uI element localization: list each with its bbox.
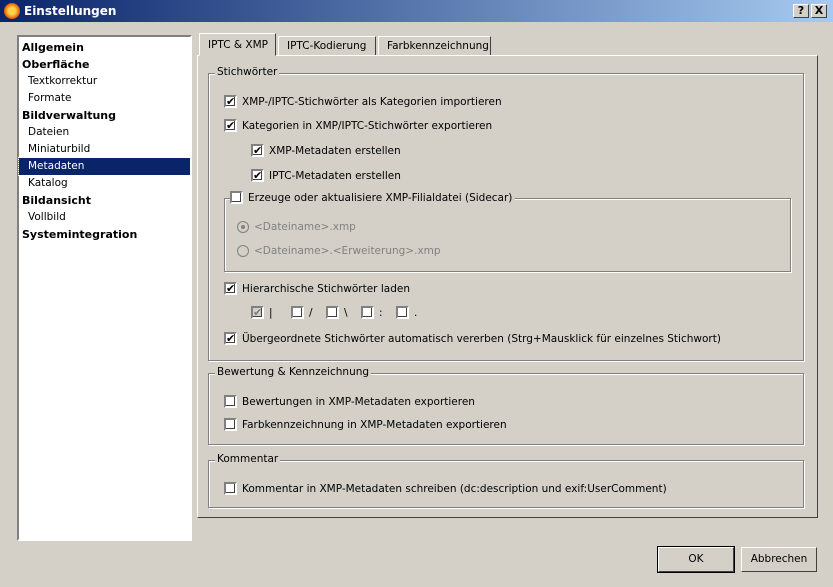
label: Bewertungen in XMP-Metadaten exportieren [242, 395, 475, 408]
label: Kommentar in XMP-Metadaten schreiben (dc… [242, 482, 667, 495]
label: | [269, 306, 273, 319]
separator-backslash-checkbox[interactable] [326, 306, 339, 319]
create-iptc-checkbox[interactable]: ✔ IPTC-Metadaten erstellen [251, 169, 401, 182]
checkbox[interactable] [224, 418, 237, 431]
group-title: Kommentar [215, 453, 281, 465]
nav-item-bildverwaltung[interactable]: Bildverwaltung [19, 107, 190, 124]
tab-farbkennzeichnung[interactable]: Farbkennzeichnung [378, 36, 491, 56]
cancel-button[interactable]: Abbrechen [741, 547, 817, 572]
label: : [379, 306, 383, 319]
checkbox[interactable]: ✔ [224, 95, 237, 108]
group-title: Stichwörter [215, 66, 280, 78]
label: Farbkennzeichnung in XMP-Metadaten expor… [242, 418, 507, 431]
label: XMP-/IPTC-Stichwörter als Kategorien imp… [242, 95, 502, 108]
label: Kategorien in XMP/IPTC-Stichwörter expor… [242, 119, 493, 132]
ok-button[interactable]: OK [657, 546, 735, 573]
nav-item-dateien[interactable]: Dateien [19, 124, 190, 141]
checkbox[interactable] [230, 191, 243, 204]
checkbox[interactable]: ✔ [224, 119, 237, 132]
nav-item-systemintegration[interactable]: Systemintegration [19, 226, 190, 243]
export-ratings-checkbox[interactable]: Bewertungen in XMP-Metadaten exportieren [224, 395, 475, 408]
nav-item-metadaten[interactable]: Metadaten [18, 157, 191, 176]
label: \ [344, 306, 348, 319]
label: . [414, 306, 418, 319]
checkbox[interactable]: ✔ [251, 169, 264, 182]
export-categories-checkbox[interactable]: ✔ Kategorien in XMP/IPTC-Stichwörter expo… [224, 119, 492, 132]
group-sidecar [224, 198, 791, 272]
checkbox[interactable]: ✔ [224, 332, 237, 345]
nav-item-vollbild[interactable]: Vollbild [19, 209, 190, 226]
radio[interactable] [237, 221, 249, 233]
checkbox[interactable]: ✔ [224, 282, 237, 295]
separator-checkboxes: ✔ | / \ : . [251, 306, 417, 319]
nav-item-oberflaeche[interactable]: Oberfläche [19, 56, 190, 73]
create-xmp-checkbox[interactable]: ✔ XMP-Metadaten erstellen [251, 144, 401, 157]
sidecar-checkbox[interactable]: Erzeuge oder aktualisiere XMP-Filialdate… [230, 191, 516, 204]
close-button[interactable]: X [811, 4, 827, 18]
label: / [309, 306, 313, 319]
inherit-keywords-checkbox[interactable]: ✔ Übergeordnete Stichwörter automatisch v… [224, 332, 721, 345]
tab-iptc-xmp[interactable]: IPTC & XMP [199, 33, 276, 56]
nav-item-allgemein[interactable]: Allgemein [19, 39, 190, 56]
label: Hierarchische Stichwörter laden [242, 282, 410, 295]
separator-dot-checkbox[interactable] [396, 306, 409, 319]
label: <Dateiname>.<Erweiterung>.xmp [254, 245, 441, 257]
nav-item-formate[interactable]: Formate [19, 90, 190, 107]
import-keywords-checkbox[interactable]: ✔ XMP-/IPTC-Stichwörter als Kategorien im… [224, 95, 502, 108]
label: XMP-Metadaten erstellen [269, 144, 401, 157]
app-logo-icon [4, 3, 20, 19]
hierarchical-keywords-checkbox[interactable]: ✔ Hierarchische Stichwörter laden [224, 282, 410, 295]
export-colors-checkbox[interactable]: Farbkennzeichnung in XMP-Metadaten expor… [224, 418, 507, 431]
nav-item-bildansicht[interactable]: Bildansicht [19, 192, 190, 209]
separator-slash-checkbox[interactable] [291, 306, 304, 319]
nav-item-katalog[interactable]: Katalog [19, 175, 190, 192]
checkbox[interactable] [224, 395, 237, 408]
radio[interactable] [237, 245, 249, 257]
window-title: Einstellungen [24, 4, 117, 18]
separator-pipe-checkbox[interactable]: ✔ [251, 306, 264, 319]
group-title: Bewertung & Kennzeichnung [215, 366, 372, 378]
label: <Dateiname>.xmp [254, 221, 356, 233]
separator-colon-checkbox[interactable] [361, 306, 374, 319]
nav-item-miniaturbild[interactable]: Miniaturbild [19, 141, 190, 158]
settings-nav-list[interactable]: Allgemein Oberfläche Textkorrektur Forma… [17, 35, 192, 541]
sidecar-option-ext-radio[interactable]: <Dateiname>.<Erweiterung>.xmp [237, 245, 441, 257]
tab-iptc-kodierung[interactable]: IPTC-Kodierung [278, 36, 376, 56]
checkbox[interactable] [224, 482, 237, 495]
title-bar: Einstellungen ? X [0, 0, 833, 22]
nav-item-textkorrektur[interactable]: Textkorrektur [19, 73, 190, 90]
sidecar-option-xmp-radio[interactable]: <Dateiname>.xmp [237, 221, 356, 233]
label: IPTC-Metadaten erstellen [269, 169, 401, 182]
help-button[interactable]: ? [793, 4, 809, 18]
group-bewertung: Bewertung & Kennzeichnung [208, 366, 804, 445]
label: Übergeordnete Stichwörter automatisch ve… [242, 332, 721, 345]
checkbox[interactable]: ✔ [251, 144, 264, 157]
label: Erzeuge oder aktualisiere XMP-Filialdate… [248, 191, 513, 204]
write-comment-checkbox[interactable]: Kommentar in XMP-Metadaten schreiben (dc… [224, 482, 667, 495]
